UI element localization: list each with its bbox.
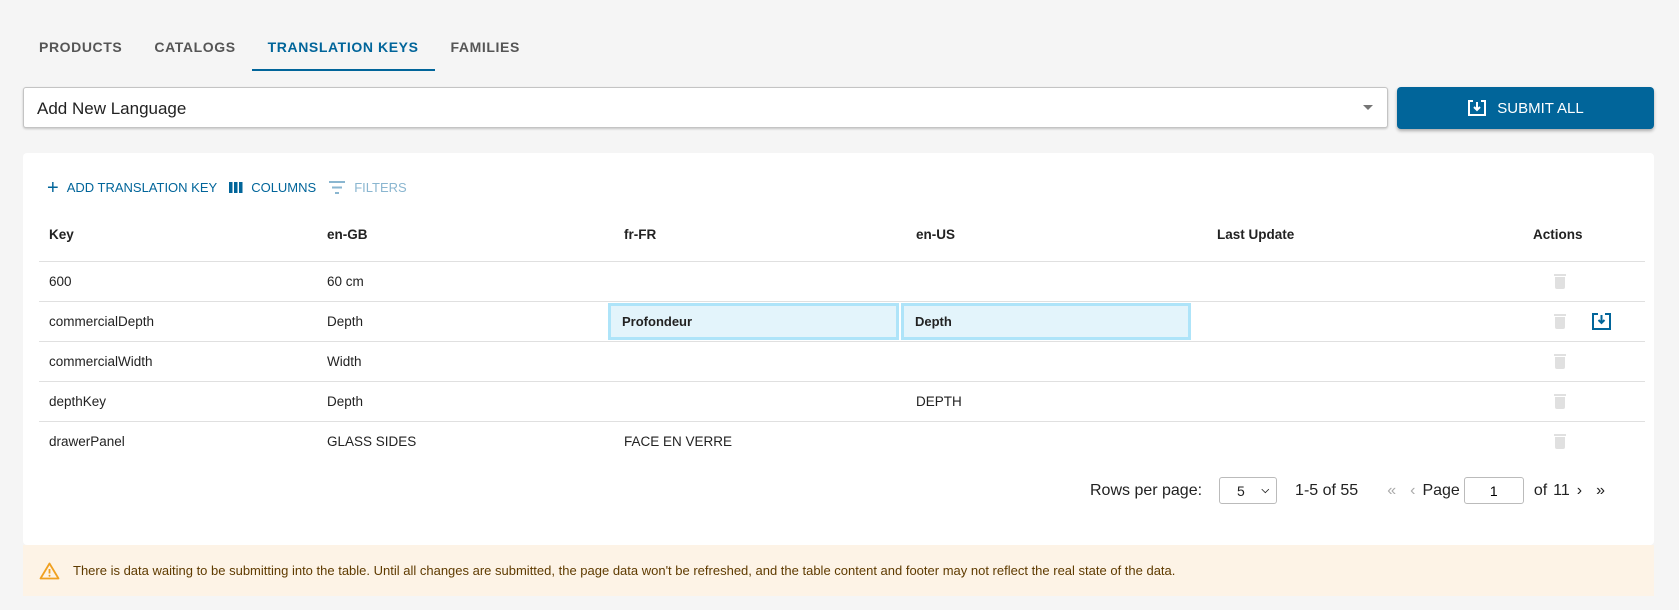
- pagination: Rows per page: 5 ⌵ 1-5 of 55 « ‹ Page of…: [1090, 477, 1612, 504]
- warning-icon: [39, 562, 60, 579]
- header-en-us[interactable]: en-US: [916, 208, 955, 261]
- first-page-icon[interactable]: «: [1387, 482, 1396, 500]
- filters-label: FILTERS: [354, 180, 407, 195]
- pending-changes-warning: There is data waiting to be submitting i…: [23, 545, 1654, 596]
- warning-text: There is data waiting to be submitting i…: [73, 563, 1176, 578]
- filter-icon: [329, 181, 346, 194]
- cell-key[interactable]: depthKey: [49, 382, 106, 421]
- tab-families[interactable]: FAMILIES: [435, 30, 536, 71]
- table-header: Key en-GB fr-FR en-US Last Update Action…: [39, 208, 1645, 261]
- delete-icon[interactable]: [1554, 354, 1566, 369]
- total-pages: 11: [1553, 481, 1570, 499]
- header-last-update[interactable]: Last Update: [1217, 208, 1294, 261]
- add-language-value: Add New Language: [37, 99, 187, 118]
- delete-icon[interactable]: [1554, 434, 1566, 449]
- page-label: Page: [1422, 481, 1460, 499]
- cell-en-gb[interactable]: Depth: [327, 382, 363, 421]
- plus-icon: +: [47, 176, 59, 199]
- save-download-icon: [1468, 100, 1487, 116]
- chevron-down-icon: ⌵: [1261, 485, 1270, 496]
- translation-table-card: + ADD TRANSLATION KEY COLUMNS FILTERS Ke…: [23, 153, 1654, 545]
- cell-fr-fr-edited[interactable]: Profondeur: [608, 303, 899, 340]
- cell-en-gb[interactable]: 60 cm: [327, 262, 364, 301]
- cell-en-gb[interactable]: GLASS SIDES: [327, 422, 416, 461]
- header-key[interactable]: Key: [49, 208, 74, 261]
- tab-bar: PRODUCTS CATALOGS TRANSLATION KEYS FAMIL…: [23, 30, 536, 71]
- cell-en-us[interactable]: DEPTH: [916, 382, 962, 421]
- dropdown-arrow-icon: [1363, 105, 1373, 110]
- cell-key[interactable]: commercialDepth: [49, 302, 154, 341]
- rows-per-page-value: 5: [1237, 482, 1245, 499]
- delete-icon[interactable]: [1554, 274, 1566, 289]
- tab-catalogs[interactable]: CATALOGS: [138, 30, 251, 71]
- add-language-select[interactable]: Add New Language: [23, 87, 1388, 128]
- table-row: 600 60 cm: [39, 261, 1645, 301]
- filters-button[interactable]: FILTERS: [328, 180, 407, 195]
- table-toolbar: + ADD TRANSLATION KEY COLUMNS FILTERS: [47, 176, 411, 199]
- add-translation-key-button[interactable]: + ADD TRANSLATION KEY: [47, 176, 218, 199]
- cell-key[interactable]: drawerPanel: [49, 422, 125, 461]
- header-en-gb[interactable]: en-GB: [327, 208, 368, 261]
- table-row: drawerPanel GLASS SIDES FACE EN VERRE: [39, 421, 1645, 461]
- submit-all-label: SUBMIT ALL: [1497, 99, 1584, 117]
- columns-button[interactable]: COLUMNS: [229, 180, 316, 195]
- submit-all-button[interactable]: SUBMIT ALL: [1397, 87, 1654, 129]
- columns-label: COLUMNS: [251, 180, 317, 195]
- delete-icon[interactable]: [1554, 314, 1566, 329]
- last-page-icon[interactable]: »: [1596, 482, 1605, 500]
- cell-en-gb[interactable]: Width: [327, 342, 362, 381]
- save-row-icon[interactable]: [1592, 313, 1611, 330]
- table-row: commercialWidth Width: [39, 341, 1645, 381]
- cell-fr-fr[interactable]: FACE EN VERRE: [624, 422, 732, 461]
- cell-en-us-edited[interactable]: Depth: [901, 303, 1191, 340]
- cell-key[interactable]: commercialWidth: [49, 342, 153, 381]
- tab-products[interactable]: PRODUCTS: [23, 30, 138, 71]
- next-page-icon[interactable]: ›: [1577, 482, 1582, 500]
- header-actions: Actions: [1533, 227, 1583, 242]
- table-row: commercialDepth Depth Profondeur Depth: [39, 301, 1645, 341]
- tab-translation-keys[interactable]: TRANSLATION KEYS: [251, 30, 435, 71]
- header-fr-fr[interactable]: fr-FR: [624, 208, 656, 261]
- delete-icon[interactable]: [1554, 394, 1566, 409]
- columns-icon: [229, 182, 243, 193]
- previous-page-icon[interactable]: ‹: [1410, 482, 1415, 500]
- of-label: of: [1533, 481, 1548, 499]
- cell-en-gb[interactable]: Depth: [327, 302, 363, 341]
- cell-key[interactable]: 600: [49, 262, 72, 301]
- translation-table: Key en-GB fr-FR en-US Last Update Action…: [39, 208, 1645, 461]
- table-row: depthKey Depth DEPTH: [39, 381, 1645, 421]
- rows-per-page-select[interactable]: 5 ⌵: [1219, 477, 1278, 504]
- add-translation-key-label: ADD TRANSLATION KEY: [66, 180, 218, 195]
- page-input[interactable]: [1463, 477, 1524, 504]
- rows-per-page-label: Rows per page:: [1089, 481, 1203, 499]
- range-label: 1-5 of 55: [1295, 481, 1359, 499]
